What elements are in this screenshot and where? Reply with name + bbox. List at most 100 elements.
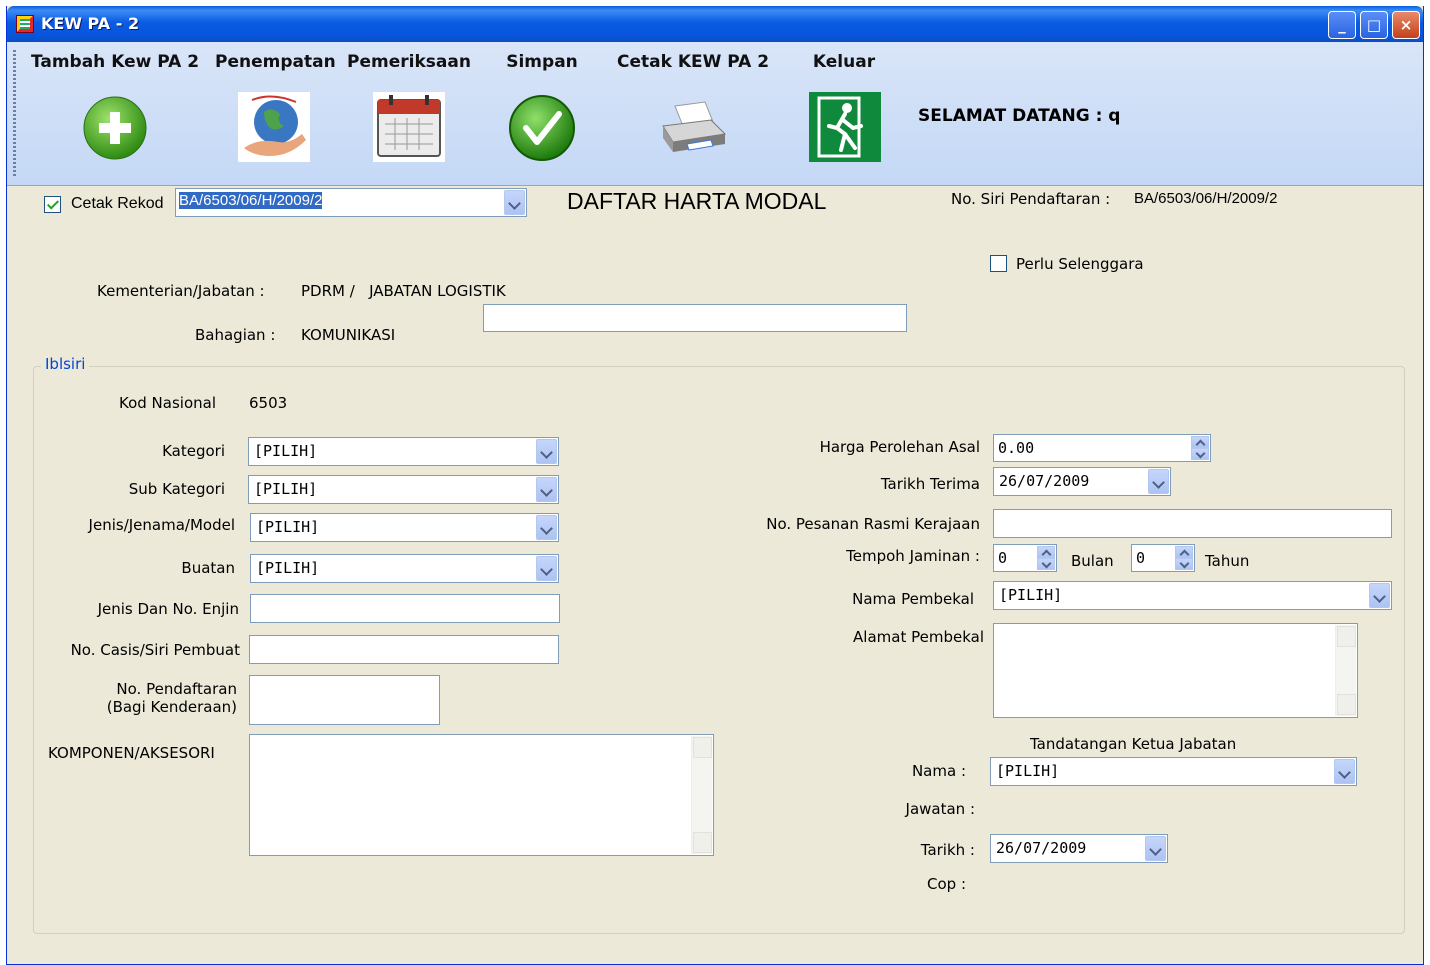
globe-hand-icon xyxy=(238,92,310,162)
chevron-down-icon[interactable] xyxy=(1334,759,1355,784)
alamat-scrollbar[interactable] xyxy=(1335,625,1356,716)
komponen-label: KOMPONEN/AKSESORI xyxy=(48,744,215,762)
simpan-label: Simpan xyxy=(506,52,578,72)
no-siri-label: No. Siri Pendaftaran : xyxy=(951,190,1111,208)
tempoh-label: Tempoh Jaminan : xyxy=(846,547,980,565)
chevron-down-icon[interactable] xyxy=(1148,469,1169,494)
cetak-button[interactable]: Cetak KEW PA 2 xyxy=(617,52,770,152)
enjin-label: Jenis Dan No. Enjin xyxy=(97,600,239,618)
jawatan-label: Jawatan : xyxy=(905,800,975,818)
tarikh-terima-value: 26/07/2009 xyxy=(999,472,1090,490)
pemeriksaan-button[interactable]: Pemeriksaan xyxy=(347,52,471,162)
tarikh-terima-picker[interactable]: 26/07/2009 xyxy=(993,467,1171,496)
alamat-textarea[interactable] xyxy=(993,623,1358,718)
scroll-down-icon[interactable] xyxy=(1337,694,1356,715)
maximize-button[interactable]: □ xyxy=(1360,11,1388,39)
cetak-rekod-label: Cetak Rekod xyxy=(71,195,164,212)
close-button[interactable]: × xyxy=(1392,11,1420,39)
casis-input[interactable] xyxy=(249,635,559,664)
tarikh-terima-label: Tarikh Terima xyxy=(880,475,980,493)
kementerian-label: Kementerian/Jabatan : xyxy=(97,282,265,300)
cetak-label: Cetak KEW PA 2 xyxy=(617,52,770,72)
group-title: Iblsiri xyxy=(41,355,90,373)
komponen-textarea[interactable] xyxy=(249,734,714,856)
tambah-label: Tambah Kew PA 2 xyxy=(30,52,200,72)
toolbar-grip[interactable] xyxy=(13,50,16,178)
chevron-down-icon[interactable] xyxy=(504,190,525,215)
cop-label: Cop : xyxy=(927,875,966,893)
add-icon xyxy=(83,96,147,160)
spin-down-icon[interactable] xyxy=(1037,558,1055,570)
cetak-rekod-combo[interactable]: BA/6503/06/H/2009/2 xyxy=(175,188,527,217)
kod-nasional-value: 6503 xyxy=(249,394,288,412)
pembekal-value: [PILIH] xyxy=(999,586,1063,604)
komponen-scrollbar[interactable] xyxy=(691,736,712,854)
keluar-button[interactable]: Keluar xyxy=(803,52,885,162)
pendaftaran-label-2: (Bagi Kenderaan) xyxy=(106,698,237,716)
window-title: KEW PA - 2 xyxy=(41,14,140,33)
app-window: KEW PA - 2 _ □ × Tambah Kew PA 2 Penempa… xyxy=(6,6,1424,965)
spin-up-icon[interactable] xyxy=(1037,546,1055,558)
nama-label: Nama : xyxy=(911,762,966,780)
pemeriksaan-label: Pemeriksaan xyxy=(347,52,471,72)
spin-down-icon[interactable] xyxy=(1175,558,1193,570)
title-bar[interactable]: KEW PA - 2 _ □ × xyxy=(7,6,1423,42)
nama-combo[interactable]: [PILIH] xyxy=(990,757,1357,786)
bulan-spinner[interactable]: 0 xyxy=(993,544,1057,572)
sub-kategori-combo[interactable]: [PILIH] xyxy=(248,475,559,504)
kementerian-value: PDRM / JABATAN LOGISTIK xyxy=(301,282,506,300)
bulan-label: Bulan xyxy=(1071,552,1114,570)
spin-up-icon[interactable] xyxy=(1191,436,1209,448)
kod-nasional-label: Kod Nasional xyxy=(119,394,216,412)
nama-value: [PILIH] xyxy=(996,762,1060,780)
exit-icon xyxy=(809,92,881,162)
pesanan-input[interactable] xyxy=(993,509,1392,538)
jenis-value: [PILIH] xyxy=(256,518,320,536)
bahagian-input[interactable] xyxy=(483,304,907,332)
minimize-button[interactable]: _ xyxy=(1328,11,1356,39)
tahun-spinner[interactable]: 0 xyxy=(1131,544,1195,572)
pesanan-label: No. Pesanan Rasmi Kerajaan xyxy=(766,515,980,533)
spin-up-icon[interactable] xyxy=(1175,546,1193,558)
pendaftaran-input[interactable] xyxy=(249,675,440,725)
chevron-down-icon[interactable] xyxy=(1145,836,1166,861)
buatan-label: Buatan xyxy=(181,559,235,577)
enjin-input[interactable] xyxy=(250,594,560,623)
penempatan-label: Penempatan xyxy=(215,52,336,72)
harga-spinner[interactable]: 0.00 xyxy=(993,434,1211,462)
checkmark-icon xyxy=(509,95,575,161)
harga-value: 0.00 xyxy=(998,439,1035,457)
tarikh-value: 26/07/2009 xyxy=(996,839,1087,857)
tambah-button[interactable]: Tambah Kew PA 2 xyxy=(29,52,201,160)
pembekal-label: Nama Pembekal xyxy=(852,590,974,608)
chevron-down-icon[interactable] xyxy=(536,439,557,464)
perlu-selenggara-label: Perlu Selenggara xyxy=(1016,255,1144,273)
bahagian-label: Bahagian : xyxy=(195,326,276,344)
scroll-up-icon[interactable] xyxy=(1337,626,1356,647)
scroll-down-icon[interactable] xyxy=(693,832,712,853)
no-siri-value: BA/6503/06/H/2009/2 xyxy=(1134,190,1278,207)
chevron-down-icon[interactable] xyxy=(1369,583,1390,608)
cetak-rekod-checkbox[interactable] xyxy=(44,196,61,213)
kategori-combo[interactable]: [PILIH] xyxy=(248,437,559,466)
tahun-label: Tahun xyxy=(1205,552,1250,570)
chevron-down-icon[interactable] xyxy=(536,556,557,581)
penempatan-button[interactable]: Penempatan xyxy=(215,52,336,162)
app-icon xyxy=(16,15,34,33)
perlu-selenggara-checkbox[interactable] xyxy=(990,255,1007,272)
scroll-up-icon[interactable] xyxy=(693,737,712,758)
spin-down-icon[interactable] xyxy=(1191,448,1209,460)
pembekal-combo[interactable]: [PILIH] xyxy=(993,581,1392,610)
casis-label: No. Casis/Siri Pembuat xyxy=(70,641,240,659)
chevron-down-icon[interactable] xyxy=(536,477,557,502)
tarikh-picker[interactable]: 26/07/2009 xyxy=(990,834,1168,863)
bahagian-value: KOMUNIKASI xyxy=(301,326,396,344)
sub-kategori-label: Sub Kategori xyxy=(128,480,225,498)
jenis-combo[interactable]: [PILIH] xyxy=(250,513,559,542)
kategori-label: Kategori xyxy=(162,442,225,460)
simpan-button[interactable]: Simpan xyxy=(495,52,589,161)
chevron-down-icon[interactable] xyxy=(536,515,557,540)
tarikh-label: Tarikh : xyxy=(920,841,975,859)
buatan-combo[interactable]: [PILIH] xyxy=(250,554,559,583)
printer-icon xyxy=(662,101,727,152)
